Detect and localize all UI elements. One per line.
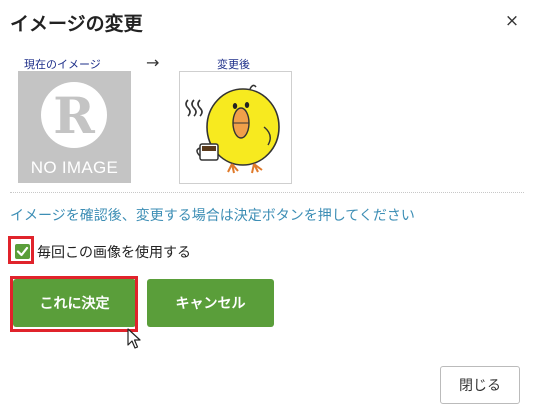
use-every-time-checkbox[interactable] — [15, 244, 30, 259]
dialog-title: イメージの変更 — [10, 13, 143, 35]
current-image-placeholder: R NO IMAGE — [18, 71, 131, 183]
confirm-button[interactable]: これに決定 — [13, 279, 136, 327]
chick-with-coffee-illustration — [185, 84, 280, 174]
cancel-button[interactable]: キャンセル — [147, 279, 274, 327]
no-image-text: NO IMAGE — [30, 158, 119, 177]
change-image-dialog: イメージの変更 × 現在のイメージ → 変更後 R NO IMAGE イメージを… — [0, 0, 540, 416]
arrow-right-icon: → — [146, 53, 160, 72]
instruction-text: イメージを確認後、変更する場合は決定ボタンを押してください — [10, 208, 415, 224]
after-image-label: 変更後 — [217, 58, 250, 71]
checkbox-highlight — [8, 236, 34, 264]
close-button[interactable]: 閉じる — [440, 366, 520, 404]
checkmark-icon — [16, 246, 29, 257]
new-image-preview — [179, 71, 292, 184]
divider — [10, 192, 524, 193]
current-image-label: 現在のイメージ — [24, 58, 101, 71]
mouse-cursor-icon — [127, 328, 141, 349]
close-icon[interactable]: × — [503, 11, 521, 31]
no-image-logo-letter: R — [53, 86, 95, 145]
use-every-time-label[interactable]: 毎回この画像を使用する — [37, 242, 191, 262]
